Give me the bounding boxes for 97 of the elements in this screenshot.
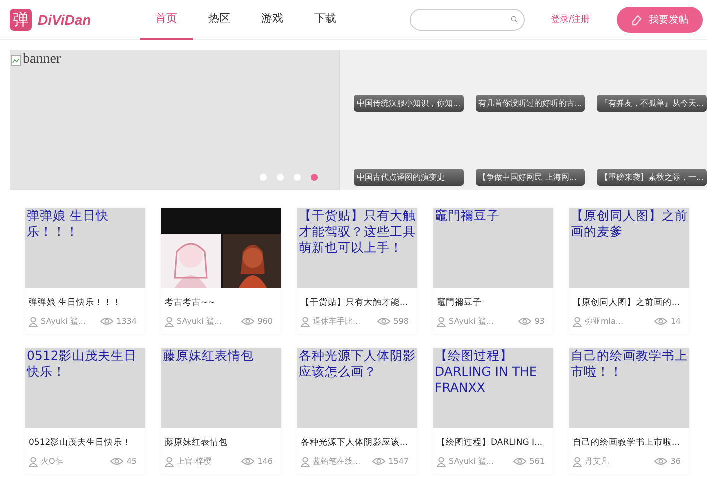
author-name: 上官·梓樱	[177, 456, 212, 467]
post-card[interactable]: 【干货贴】只有大触才能驾驭？这些工具萌新也可以上手！ 【干货贴】只有大触才能... 退休车手比... 598	[297, 208, 417, 334]
carousel-dot[interactable]	[260, 174, 267, 181]
user-icon	[301, 456, 310, 466]
post-title[interactable]: 自己的绘画教学书上市啦...	[569, 428, 689, 449]
eye-icon	[518, 317, 532, 326]
post-card[interactable]: 各种光源下人体阴影应该怎么画？ 各种光源下人体阴影应该... 蓝铅笔在线... 1547	[297, 348, 417, 474]
eye-icon	[110, 457, 124, 466]
author-name: SAyuki 鲨...	[177, 316, 222, 327]
user-icon	[165, 316, 174, 326]
author-name: SAyuki 鲨...	[41, 316, 86, 327]
carousel-dot[interactable]	[277, 174, 284, 181]
post-title[interactable]: 考古考古~~	[161, 288, 281, 309]
search-field[interactable]	[410, 8, 525, 30]
user-icon	[29, 316, 38, 326]
banner-tile[interactable]: 『有弹友，不孤单』从今天...	[597, 50, 707, 120]
post-card[interactable]: 自己的绘画教学书上市啦！！ 自己的绘画教学书上市啦... 丹艾凡 36	[569, 348, 689, 474]
nav-tab[interactable]: 游戏	[246, 0, 299, 40]
tile-caption: 『有弹友，不孤单』从今天...	[597, 95, 707, 112]
user-icon	[437, 316, 446, 326]
post-card[interactable]: 弹弹娘 生日快乐！！！ 弹弹娘 生日快乐！！！ SAyuki 鲨... 1334	[25, 208, 145, 334]
logo-icon[interactable]: 弹	[10, 8, 32, 30]
post-card[interactable]: 藤原妹红表情包 藤原妹红表情包 上官·梓樱 146	[161, 348, 281, 474]
view-count: 14	[670, 317, 681, 326]
view-count: 45	[126, 457, 137, 466]
tile-caption: 有几首你没听过的好听的古...	[476, 95, 586, 112]
user-icon	[165, 456, 174, 466]
user-icon	[573, 316, 582, 326]
user-icon	[573, 456, 582, 466]
image-alt-text: 【干货贴】只有大触才能驾驭？这些工具萌新也可以上手！	[298, 208, 417, 256]
author-name: 蓝铅笔在线...	[313, 456, 361, 467]
view-count: 146	[258, 457, 273, 466]
banner-tile[interactable]: 中国古代点译图的演变史	[354, 120, 464, 190]
view-count: 598	[394, 317, 409, 326]
user-icon	[29, 456, 38, 466]
eye-icon	[100, 317, 114, 326]
view-count: 36	[670, 457, 681, 466]
post-title[interactable]: 【绘图过程】DARLING I...	[433, 428, 553, 449]
author-name: 火O乍	[41, 456, 64, 467]
author-name: 退休车手比...	[313, 316, 361, 327]
logo-text[interactable]: DiViDan	[38, 12, 92, 28]
eraser-icon	[631, 14, 643, 26]
nav-tab[interactable]: 热区	[193, 0, 246, 40]
banner-tile[interactable]: 中国传统汉服小知识，你知...	[354, 50, 464, 120]
post-card[interactable]: 【原创同人图】之前画的麦爹 【原创同人图】之前画的... 弥亚mla... 14	[569, 208, 689, 334]
view-count: 1334	[116, 317, 137, 326]
view-count: 561	[530, 457, 545, 466]
image-alt-text: 自己的绘画教学书上市啦！！	[570, 348, 689, 380]
post-card[interactable]: 考古考古~~ SAyuki 鲨... 960	[161, 208, 281, 334]
author-name: 丹艾凡	[585, 456, 609, 467]
post-title[interactable]: 竈門禰豆子	[433, 288, 553, 309]
image-alt-text: 竈門禰豆子	[434, 208, 501, 224]
post-title[interactable]: 0512影山茂夫生日快乐！	[25, 428, 145, 449]
carousel-dot[interactable]	[311, 174, 318, 181]
author-name: SAyuki 鲨...	[449, 316, 494, 327]
view-count: 1547	[388, 457, 409, 466]
eye-icon	[654, 457, 668, 466]
image-alt-text: 弹弹娘 生日快乐！！！	[26, 208, 110, 240]
eye-icon	[654, 317, 668, 326]
image-alt-text: 藤原妹红表情包	[162, 348, 255, 364]
carousel-dot[interactable]	[294, 174, 301, 181]
banner-tile[interactable]: 有几首你没听过的好听的古...	[476, 50, 586, 120]
image-alt-text: 各种光源下人体阴影应该怎么画？	[298, 348, 417, 380]
eye-icon	[376, 317, 391, 326]
post-card[interactable]: 0512影山茂夫生日快乐！ 0512影山茂夫生日快乐！ 火O乍 45	[25, 348, 145, 474]
eye-icon	[372, 457, 386, 466]
nav-tab[interactable]: 下载	[299, 0, 352, 40]
post-title[interactable]: 藤原妹红表情包	[161, 428, 281, 449]
view-count: 93	[534, 317, 545, 326]
eye-icon	[240, 457, 255, 466]
broken-image-icon	[11, 54, 21, 66]
tile-caption: 中国传统汉服小知识，你知...	[354, 95, 464, 112]
banner-image[interactable]: banner	[10, 50, 340, 190]
view-count: 960	[258, 317, 273, 326]
tile-caption: 【重磅来袭】素秋之际，一...	[597, 169, 707, 186]
post-title[interactable]: 【干货贴】只有大触才能...	[297, 288, 417, 309]
post-title[interactable]: 【原创同人图】之前画的...	[569, 288, 689, 309]
author-name: 弥亚mla...	[585, 316, 624, 327]
user-icon	[301, 316, 310, 326]
eye-icon	[240, 317, 255, 326]
post-card[interactable]: 【绘图过程】DARLING IN THE FRANXX 【绘图过程】DARLING I... SAyuki 鲨... 561	[433, 348, 553, 474]
image-alt-text: 0512影山茂夫生日快乐！	[26, 348, 138, 380]
author-name: SAyuki 鲨...	[449, 456, 494, 467]
post-title[interactable]: 弹弹娘 生日快乐！！！	[25, 288, 145, 309]
tile-caption: 中国古代点译图的演变史	[354, 169, 464, 186]
post-card[interactable]: 竈門禰豆子 竈門禰豆子 SAyuki 鲨... 93	[433, 208, 553, 334]
nav-tab[interactable]: 首页	[140, 0, 193, 40]
banner-tile[interactable]: 【重磅来袭】素秋之际，一...	[597, 120, 707, 190]
image-alt-text: 【绘图过程】DARLING IN THE FRANXX	[434, 348, 538, 396]
banner-tile[interactable]: 【争做中国好网民 上海网...	[476, 120, 586, 190]
tile-caption: 【争做中国好网民 上海网...	[476, 169, 586, 186]
login-link[interactable]: 登录/注册	[551, 13, 590, 26]
user-icon	[437, 456, 446, 466]
eye-icon	[512, 457, 527, 466]
image-alt-text: banner	[23, 52, 62, 68]
image-alt-text: 【原创同人图】之前画的麦爹	[570, 208, 689, 240]
post-title[interactable]: 各种光源下人体阴影应该...	[297, 428, 417, 449]
